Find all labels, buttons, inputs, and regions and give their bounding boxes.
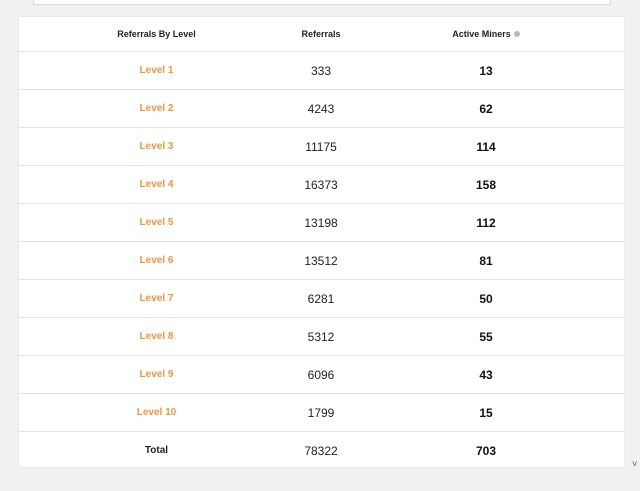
referrals-count: 6281 <box>294 279 348 318</box>
level-label: Level 5 <box>19 203 294 242</box>
level-label: Level 4 <box>19 165 294 204</box>
active-miners-count: 158 <box>348 165 624 204</box>
info-icon[interactable] <box>513 31 520 37</box>
referrals-count: 16373 <box>294 165 348 204</box>
referrals-count: 5312 <box>294 317 348 356</box>
level-label: Level 9 <box>19 355 294 394</box>
level-label: Level 6 <box>19 241 294 280</box>
resize-handle-icon[interactable]: ˅ <box>632 460 637 469</box>
active-miners-count: 114 <box>348 127 624 166</box>
table-row: Level 8 5312 55 <box>19 317 624 356</box>
level-label: Level 8 <box>19 317 294 356</box>
table-row: Level 6 13512 81 <box>19 241 624 280</box>
total-active-miners: 703 <box>475 443 497 458</box>
table-row: Level 4 16373 158 <box>19 165 624 204</box>
active-miners-count: 112 <box>348 203 624 242</box>
table-row: Level 10 1799 15 <box>19 393 624 432</box>
referrals-count: 4243 <box>294 89 348 128</box>
table-row: Level 7 6281 50 <box>19 279 624 318</box>
referrals-count: 1799 <box>294 393 348 432</box>
total-label: Total <box>144 445 169 456</box>
referrals-table: Referrals By Level Referrals Active Mine… <box>19 17 624 469</box>
active-miners-count: 50 <box>348 279 624 318</box>
referrals-count: 6096 <box>294 355 348 394</box>
level-label: Level 10 <box>19 393 294 432</box>
table-header-row: Referrals By Level Referrals Active Mine… <box>19 17 624 52</box>
active-miners-count: 15 <box>348 393 624 432</box>
header-active-miners-label: Active Miners <box>452 29 511 39</box>
top-panel-edge <box>33 0 611 5</box>
referrals-panel: Referrals By Level Referrals Active Mine… <box>19 17 624 467</box>
header-active-miners: Active Miners <box>348 17 624 52</box>
referrals-count: 13198 <box>294 203 348 242</box>
table-row: Level 3 11175 114 <box>19 127 624 166</box>
referrals-count: 13512 <box>294 241 348 280</box>
level-label: Level 2 <box>19 89 294 128</box>
table-row: Level 5 13198 112 <box>19 203 624 242</box>
level-label: Level 1 <box>19 51 294 90</box>
table-row: Level 2 4243 62 <box>19 89 624 128</box>
level-label: Level 7 <box>19 279 294 318</box>
active-miners-count: 13 <box>348 51 624 90</box>
active-miners-count: 62 <box>348 89 624 128</box>
table-row: Level 9 6096 43 <box>19 355 624 394</box>
level-label: Level 3 <box>19 127 294 166</box>
active-miners-count: 81 <box>348 241 624 280</box>
referrals-count: 333 <box>294 51 348 90</box>
table-row: Level 1 333 13 <box>19 51 624 90</box>
active-miners-count: 43 <box>348 355 624 394</box>
header-referrals: Referrals <box>294 17 348 52</box>
referrals-count: 11175 <box>294 127 348 166</box>
active-miners-count: 55 <box>348 317 624 356</box>
total-row: Total 78322 703 <box>19 432 624 470</box>
total-referrals: 78322 <box>304 443 338 458</box>
header-referrals-by-level: Referrals By Level <box>19 17 294 52</box>
